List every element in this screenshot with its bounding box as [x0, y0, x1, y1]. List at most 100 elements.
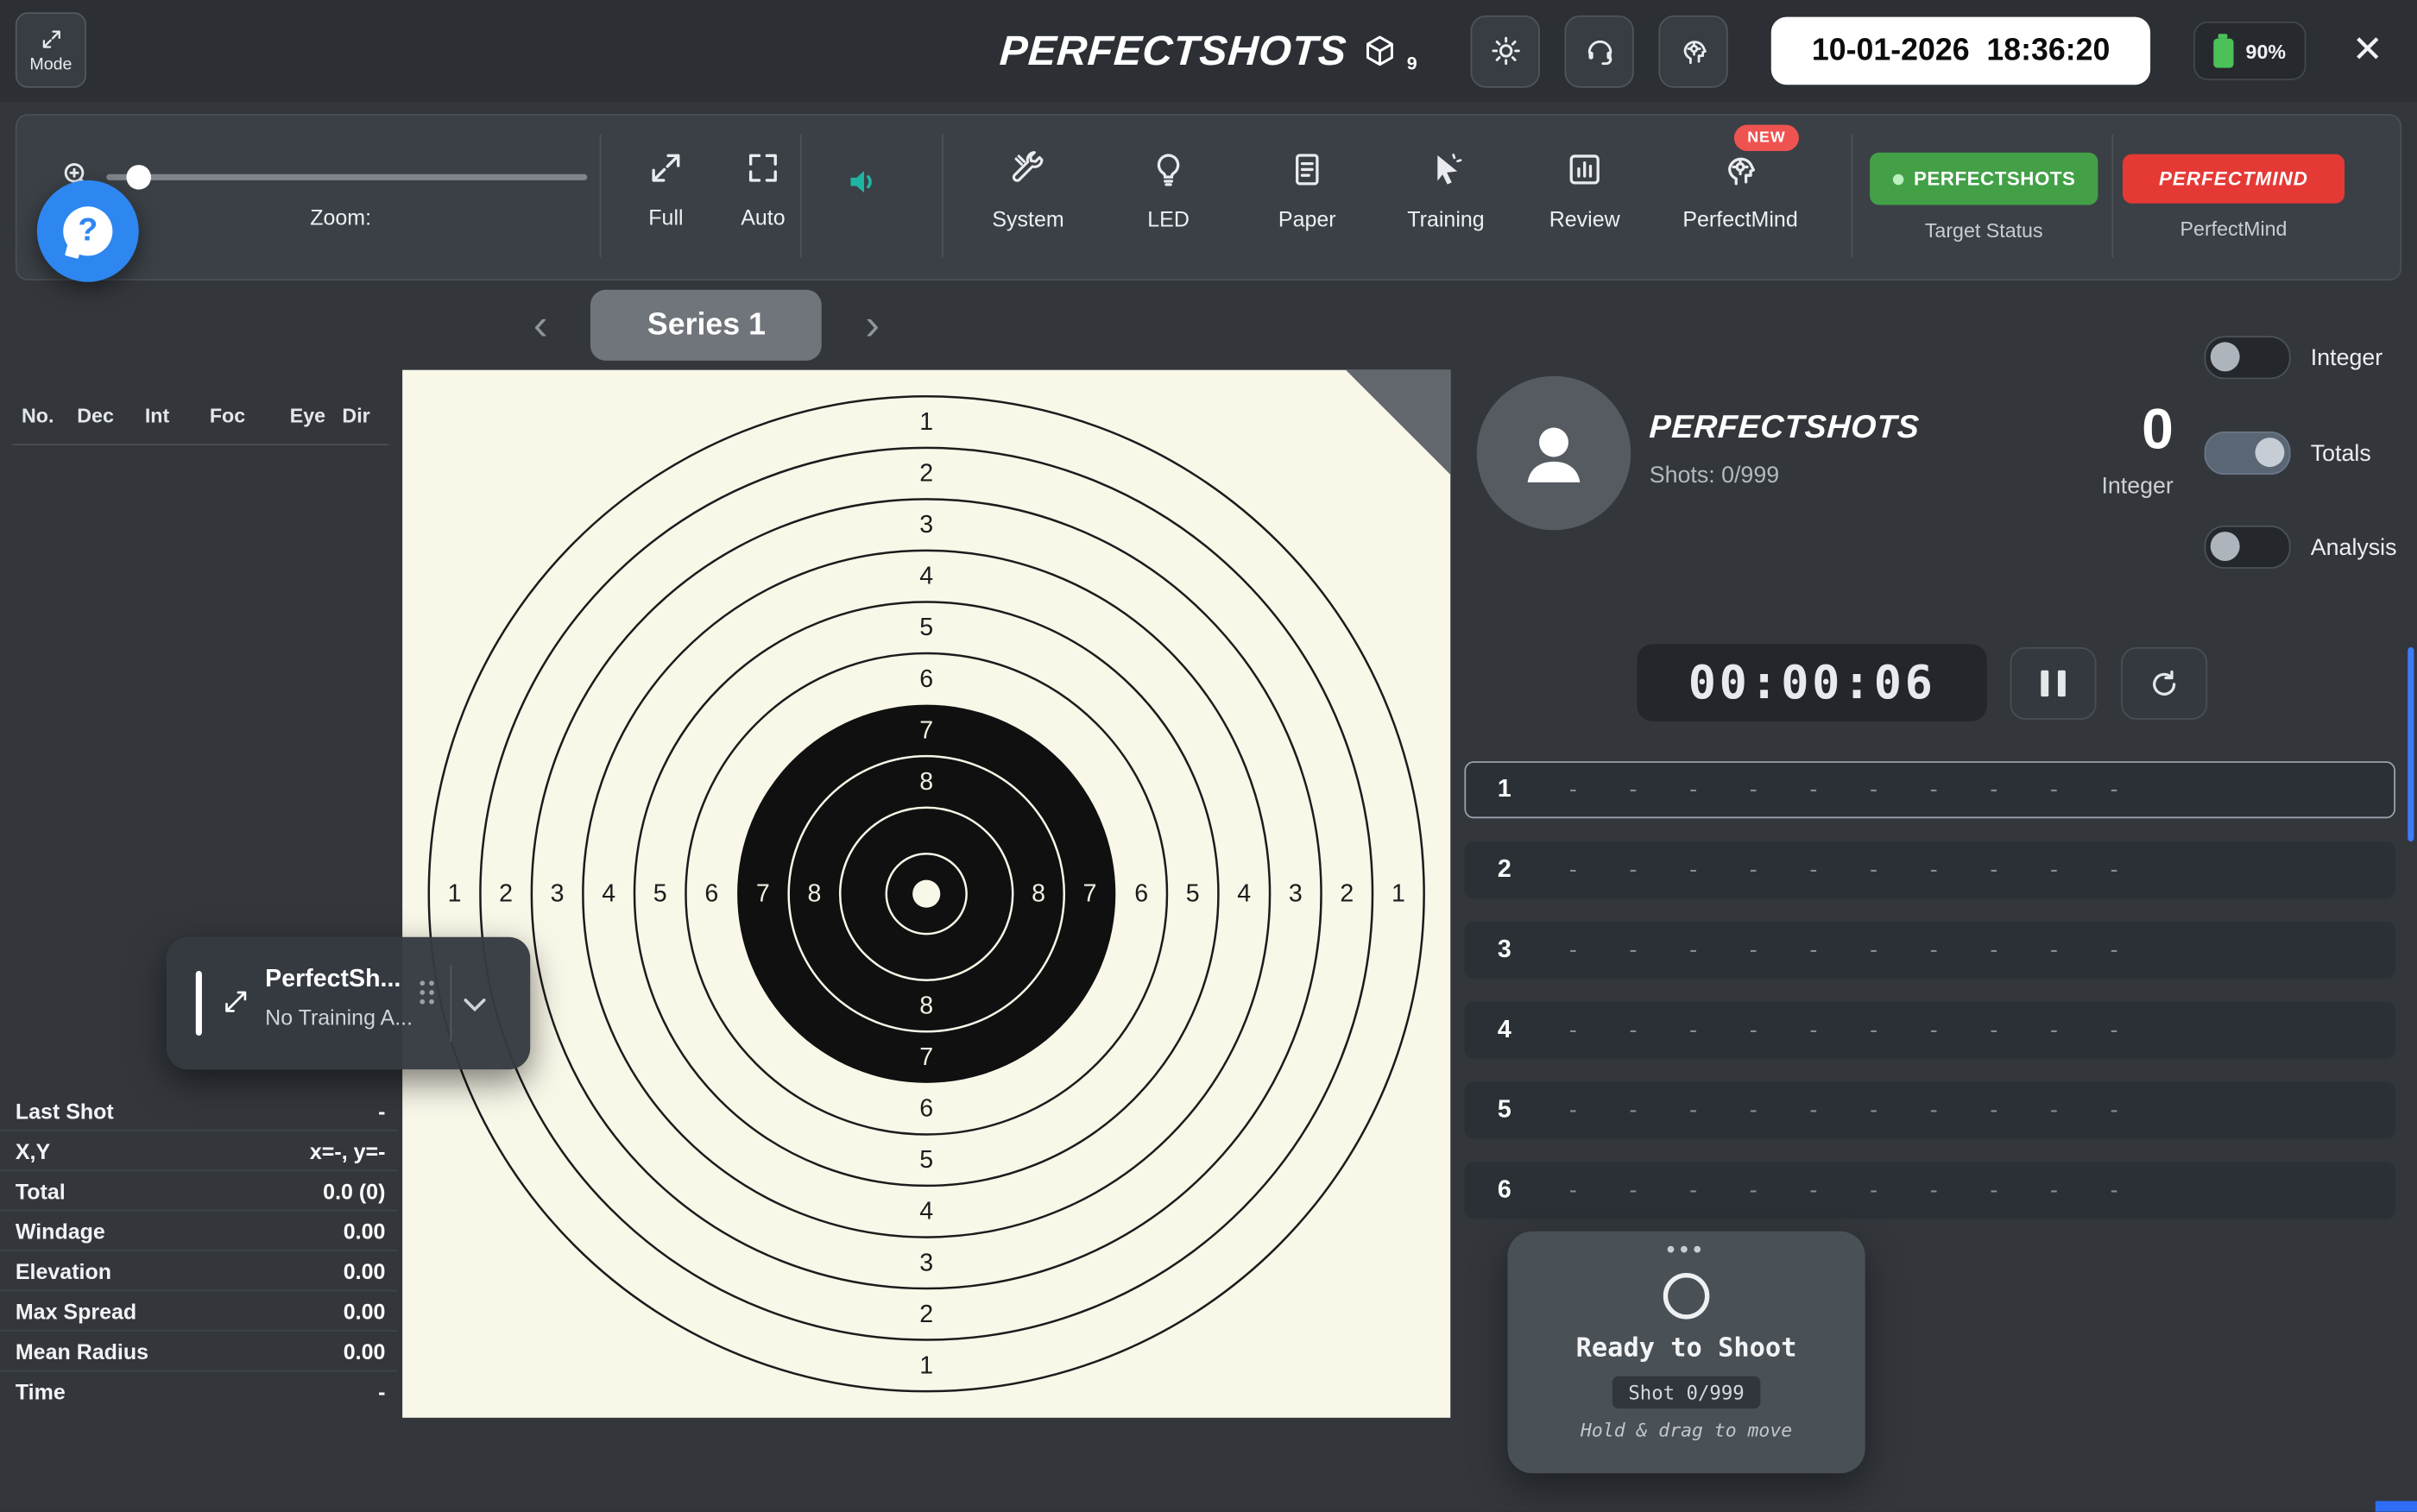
score-row-2[interactable]: 2----------: [1464, 841, 2395, 898]
chart-icon: [1565, 149, 1605, 189]
help-button[interactable]: ?: [37, 180, 139, 282]
pause-button[interactable]: [2010, 647, 2097, 720]
score-cell: -: [2024, 1017, 2085, 1043]
column-header-no: No.: [22, 404, 54, 427]
full-label: Full: [648, 205, 683, 230]
nav-system[interactable]: System: [963, 149, 1093, 231]
mind-settings-button[interactable]: [1659, 15, 1728, 87]
score-cell: -: [1663, 1017, 1724, 1043]
auto-label: Auto: [741, 205, 785, 230]
svg-text:1: 1: [1392, 880, 1405, 908]
zoom-slider-knob[interactable]: [126, 165, 151, 190]
reset-timer-button[interactable]: [2121, 647, 2207, 720]
nav-paper-label: Paper: [1278, 206, 1336, 231]
score-row-6[interactable]: 6----------: [1464, 1162, 2395, 1219]
toggle-row-analysis: Analysis: [2205, 526, 2397, 569]
series-prev-button[interactable]: ‹: [524, 298, 557, 353]
brightness-button[interactable]: [1471, 15, 1540, 87]
score-cell: -: [1844, 1097, 1904, 1123]
svg-text:2: 2: [499, 880, 513, 908]
corner-accent: [2376, 1501, 2417, 1512]
stat-row: Last Shot-: [0, 1091, 398, 1130]
stat-value: 0.00: [344, 1219, 386, 1244]
nav-paper[interactable]: Paper: [1242, 149, 1372, 231]
avatar: [1477, 376, 1631, 531]
svg-text:5: 5: [1186, 880, 1200, 908]
row-number: 1: [1466, 776, 1543, 803]
svg-text:3: 3: [919, 1249, 933, 1276]
score-cell: -: [1844, 937, 1904, 963]
nav-led[interactable]: LED: [1104, 149, 1234, 231]
stat-label: Elevation: [16, 1258, 111, 1283]
perfectmind-button[interactable]: PERFECTMIND: [2123, 154, 2344, 204]
nav-review-label: Review: [1549, 206, 1620, 231]
refresh-icon: [2148, 666, 2181, 700]
chevron-down-icon[interactable]: [463, 996, 488, 1014]
score-grid: 1----------2----------3----------4------…: [1464, 761, 2395, 1242]
column-header-foc: Foc: [210, 404, 245, 427]
score-cell: -: [1663, 1177, 1724, 1203]
svg-text:3: 3: [551, 880, 565, 908]
score-cell: -: [1723, 1097, 1783, 1123]
score-row-3[interactable]: 3----------: [1464, 922, 2395, 979]
stat-label: Time: [16, 1378, 66, 1403]
divider: [2111, 134, 2113, 257]
training-widget[interactable]: PerfectSh... No Training A...: [167, 937, 530, 1070]
ready-to-shoot-card[interactable]: ••• Ready to Shoot Shot 0/999 Hold & dra…: [1507, 1232, 1865, 1473]
target-display[interactable]: 11112222333344445555666677778888: [402, 370, 1450, 1418]
logo-text: PERFECTSHOTS: [998, 27, 1348, 74]
zoom-slider[interactable]: [106, 162, 587, 193]
ready-hint: Hold & drag to move: [1581, 1420, 1792, 1441]
toggle-label: Analysis: [2311, 534, 2397, 560]
stat-row: Total0.0 (0): [0, 1169, 398, 1209]
score-cell: -: [2084, 777, 2144, 803]
score-cell: -: [1964, 857, 2024, 883]
ready-title: Ready to Shoot: [1576, 1333, 1797, 1364]
nav-perfectmind[interactable]: PerfectMind: [1675, 149, 1805, 231]
widget-subtitle: No Training A...: [265, 1005, 413, 1030]
scrollbar[interactable]: [2408, 647, 2414, 841]
toggle-totals[interactable]: [2205, 432, 2291, 475]
bulb-icon: [1148, 149, 1188, 189]
nav-review[interactable]: Review: [1520, 149, 1650, 231]
widget-title: PerfectSh...: [265, 967, 401, 994]
toggle-integer[interactable]: [2205, 336, 2291, 379]
toggle-knob: [2256, 437, 2285, 466]
score-row-1[interactable]: 1----------: [1464, 761, 2395, 818]
mode-button[interactable]: Mode: [16, 12, 86, 88]
score-row-4[interactable]: 4----------: [1464, 1002, 2395, 1059]
score-cell: -: [1783, 1177, 1844, 1203]
datetime-display[interactable]: 10-01-2026 18:36:20: [1771, 17, 2149, 85]
sound-button[interactable]: [828, 162, 899, 202]
stat-value: 0.00: [344, 1258, 386, 1283]
close-button[interactable]: ✕: [2352, 33, 2383, 70]
svg-text:6: 6: [1134, 880, 1148, 908]
toggle-knob: [2211, 342, 2240, 371]
topbar: Mode PERFECTSHOTS 9: [0, 0, 2417, 102]
score-row-5[interactable]: 5----------: [1464, 1082, 2395, 1139]
nav-training-label: Training: [1407, 206, 1484, 231]
target-status-button[interactable]: PERFECTSHOTS: [1870, 153, 2098, 205]
new-badge: NEW: [1734, 125, 1799, 151]
headset-button[interactable]: [1565, 15, 1634, 87]
score-cell: -: [1903, 777, 1964, 803]
help-icon: ?: [63, 206, 112, 255]
target-status-button-label: PERFECTSHOTS: [1914, 168, 2076, 190]
score-cell: -: [1844, 1177, 1904, 1203]
toggle-analysis[interactable]: [2205, 526, 2291, 569]
score-cell: -: [1903, 1177, 1964, 1203]
series-selector[interactable]: Series 1: [591, 290, 823, 361]
svg-text:1: 1: [919, 1351, 933, 1379]
nav-training[interactable]: Training: [1381, 149, 1511, 231]
zoom-slider-track: [106, 174, 587, 180]
drag-handle-icon[interactable]: [416, 977, 438, 1008]
row-number: 2: [1466, 856, 1543, 884]
score-cell: -: [1603, 1097, 1663, 1123]
series-next-button[interactable]: ›: [856, 298, 889, 353]
score-cell: -: [1903, 1097, 1964, 1123]
drag-dots-icon[interactable]: •••: [1667, 1239, 1707, 1264]
full-button[interactable]: Full: [612, 149, 720, 230]
score-caption: Integer: [2050, 473, 2174, 499]
series-nav: ‹ Series 1 ›: [524, 290, 889, 361]
score-cell: -: [1903, 1017, 1964, 1043]
